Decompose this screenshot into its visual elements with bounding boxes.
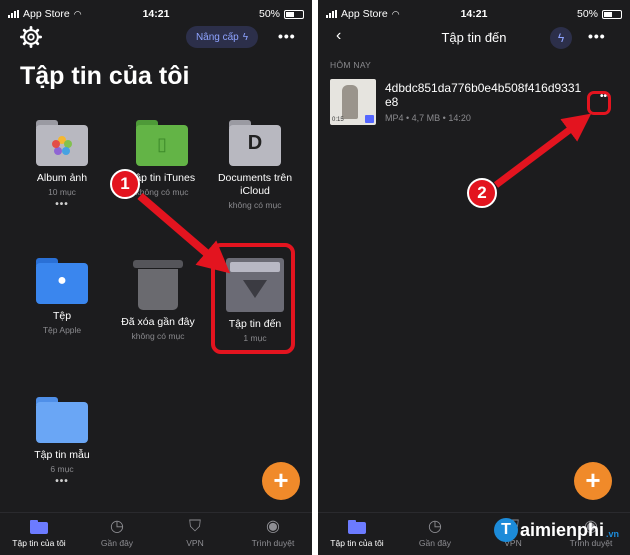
step-1-badge: 1	[110, 169, 140, 199]
tab-browser[interactable]: ◉ Trình duyệt	[234, 513, 312, 555]
shield-bolt-icon: ⛉	[188, 518, 201, 535]
file-row[interactable]: 0:15 4dbdc851da776b0e4b508f416d9331e8 MP…	[330, 79, 618, 129]
add-button[interactable]: +	[262, 462, 300, 500]
more-menu-button[interactable]: •••	[588, 28, 606, 44]
page-title: Tập tin của tôi	[20, 62, 190, 90]
video-badge-icon	[365, 115, 374, 123]
tab-label: Gần đây	[100, 538, 134, 548]
tab-label: Trình duyệt	[251, 538, 295, 548]
tab-label: VPN	[186, 538, 204, 548]
item-title: Album ảnh	[36, 172, 88, 184]
more-menu-button[interactable]: •••	[278, 28, 296, 44]
annotation-highlight-box	[211, 243, 295, 354]
album-photos-item[interactable]: Album ảnh 10 mục •••	[12, 120, 112, 210]
item-subtitle: 10 mục	[48, 187, 76, 197]
settings-gear-icon[interactable]	[20, 26, 42, 48]
status-bar: App Store ◠ 14:21 50%	[318, 0, 630, 24]
item-subtitle: Tệp Apple	[42, 325, 82, 335]
upgrade-bolt-icon[interactable]: ϟ	[550, 27, 572, 49]
watermark-text: aimienphi	[520, 519, 605, 540]
apple-logo-icon: ●	[57, 272, 67, 289]
tab-label: Gần đây	[418, 538, 452, 548]
bolt-icon: ϟ	[242, 31, 249, 43]
tab-recent[interactable]: ◷ Gần đây	[396, 513, 474, 555]
clock-icon: ◷	[428, 518, 442, 535]
tab-bar: Tập tin của tôi ◷ Gần đây ⛉ VPN ◉ Trình …	[0, 512, 312, 555]
photos-flower-icon	[52, 136, 72, 155]
item-title: Documents trên iCloud	[217, 172, 293, 197]
battery-percent: 50%	[258, 8, 280, 20]
battery-icon	[284, 9, 304, 19]
icloud-documents-item[interactable]: D Documents trên iCloud không có mục	[205, 120, 305, 210]
photos-folder-icon	[36, 120, 88, 166]
item-title: Tệp	[52, 310, 72, 322]
add-button[interactable]: +	[574, 462, 612, 500]
compass-icon: ◉	[266, 518, 280, 535]
watermark-t-icon: T	[494, 518, 518, 542]
battery-glyph-icon: ▯	[157, 134, 167, 154]
itunes-folder-icon: ▯	[136, 120, 188, 166]
icloud-folder-icon: D	[229, 120, 281, 166]
video-thumbnail: 0:15	[330, 79, 376, 125]
tab-recent[interactable]: ◷ Gần đây	[78, 513, 156, 555]
item-more-dots[interactable]: •••	[12, 476, 112, 487]
upgrade-button[interactable]: Nâng cấp ϟ	[186, 26, 258, 48]
incoming-files-screen: App Store ◠ 14:21 50% ‹ Tập tin đến ϟ ••…	[318, 0, 630, 555]
tab-label: Tập tin của tôi	[12, 538, 66, 548]
tab-label: Tập tin của tôi	[330, 538, 384, 548]
status-bar: App Store ◠ 14:21 50%	[0, 0, 312, 24]
trash-icon	[133, 260, 183, 310]
files-folder-icon: ●	[36, 258, 88, 304]
tab-my-files[interactable]: Tập tin của tôi	[0, 513, 78, 555]
item-subtitle: 6 mục	[50, 464, 74, 474]
apple-files-item[interactable]: ● Tệp Tệp Apple	[12, 258, 112, 335]
folder-icon	[0, 517, 78, 537]
item-title: Tập tin mẫu	[34, 449, 90, 461]
sample-files-item[interactable]: Tập tin mẫu 6 mục •••	[12, 397, 112, 487]
documents-d-logo-icon: D	[247, 132, 263, 154]
section-header: HÔM NAY	[330, 60, 372, 70]
sample-folder-icon	[36, 397, 88, 443]
clock-icon: ◷	[110, 518, 124, 535]
nav-title: Tập tin đến	[441, 30, 507, 45]
watermark-logo: T aimienphi .vn	[494, 518, 619, 542]
my-files-screen: App Store ◠ 14:21 50% Nâng cấp ϟ ••• Tập…	[0, 0, 312, 555]
battery-icon	[602, 9, 622, 19]
folder-icon	[318, 517, 396, 537]
item-title: Đã xóa gần đây	[121, 316, 195, 328]
item-subtitle: không có mục	[131, 331, 185, 341]
battery: 50%	[259, 8, 304, 20]
battery-percent: 50%	[576, 8, 598, 20]
file-meta: MP4 • 4,7 MB • 14:20	[385, 113, 471, 123]
item-subtitle: không có mục	[228, 200, 282, 210]
tab-vpn[interactable]: ⛉ VPN	[156, 513, 234, 555]
upgrade-label: Nâng cấp	[195, 31, 239, 43]
recently-deleted-item[interactable]: Đã xóa gần đây không có mục	[108, 260, 208, 341]
watermark-tld: .vn	[606, 529, 620, 539]
tab-my-files[interactable]: Tập tin của tôi	[318, 513, 396, 555]
file-name: 4dbdc851da776b0e4b508f416d9331e8	[385, 81, 582, 109]
step-2-badge: 2	[467, 178, 497, 208]
battery: 50%	[577, 8, 622, 20]
item-more-dots[interactable]: •••	[12, 199, 112, 210]
video-duration: 0:15	[332, 117, 344, 123]
annotation-highlight-box	[587, 91, 611, 115]
